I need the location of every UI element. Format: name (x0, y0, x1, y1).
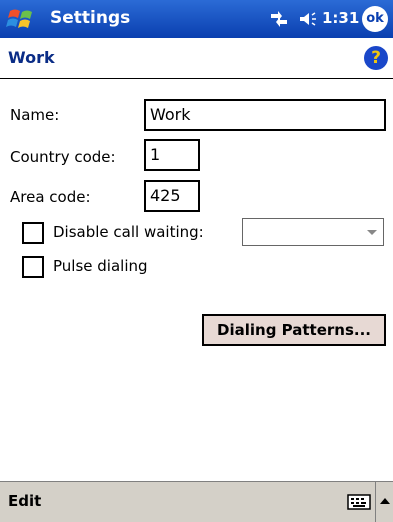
country-code-field[interactable]: 1 (144, 139, 200, 171)
dialing-patterns-button[interactable]: Dialing Patterns... (202, 314, 386, 346)
page-title: Work (8, 48, 55, 67)
connectivity-icon[interactable] (268, 10, 290, 28)
volume-icon[interactable] (298, 10, 318, 28)
area-code-field[interactable]: 425 (144, 180, 200, 212)
dropdown-arrow-icon (367, 230, 377, 235)
disable-call-waiting-checkbox[interactable] (22, 222, 44, 244)
clock[interactable]: 1:31 (322, 9, 359, 27)
input-panel-toggle[interactable] (375, 482, 393, 522)
call-waiting-select[interactable] (242, 218, 384, 246)
page-header: Work ? (0, 38, 393, 79)
pulse-dialing-label: Pulse dialing (53, 257, 148, 275)
area-code-label: Area code: (10, 188, 91, 206)
windows-flag-icon[interactable] (6, 5, 36, 33)
title-bar: Settings 1:31 ok (0, 0, 393, 38)
keyboard-icon[interactable] (347, 493, 371, 511)
name-field[interactable]: Work (144, 99, 386, 131)
pulse-dialing-checkbox[interactable] (22, 256, 44, 278)
country-code-label: Country code: (10, 148, 116, 166)
menu-bar: Edit (0, 481, 393, 522)
name-label: Name: (10, 106, 60, 124)
disable-call-waiting-label: Disable call waiting: (53, 223, 204, 241)
app-title: Settings (50, 8, 131, 28)
ok-button[interactable]: ok (362, 6, 388, 32)
chevron-up-icon (380, 498, 390, 504)
edit-menu[interactable]: Edit (8, 492, 41, 510)
help-icon[interactable]: ? (364, 46, 388, 70)
